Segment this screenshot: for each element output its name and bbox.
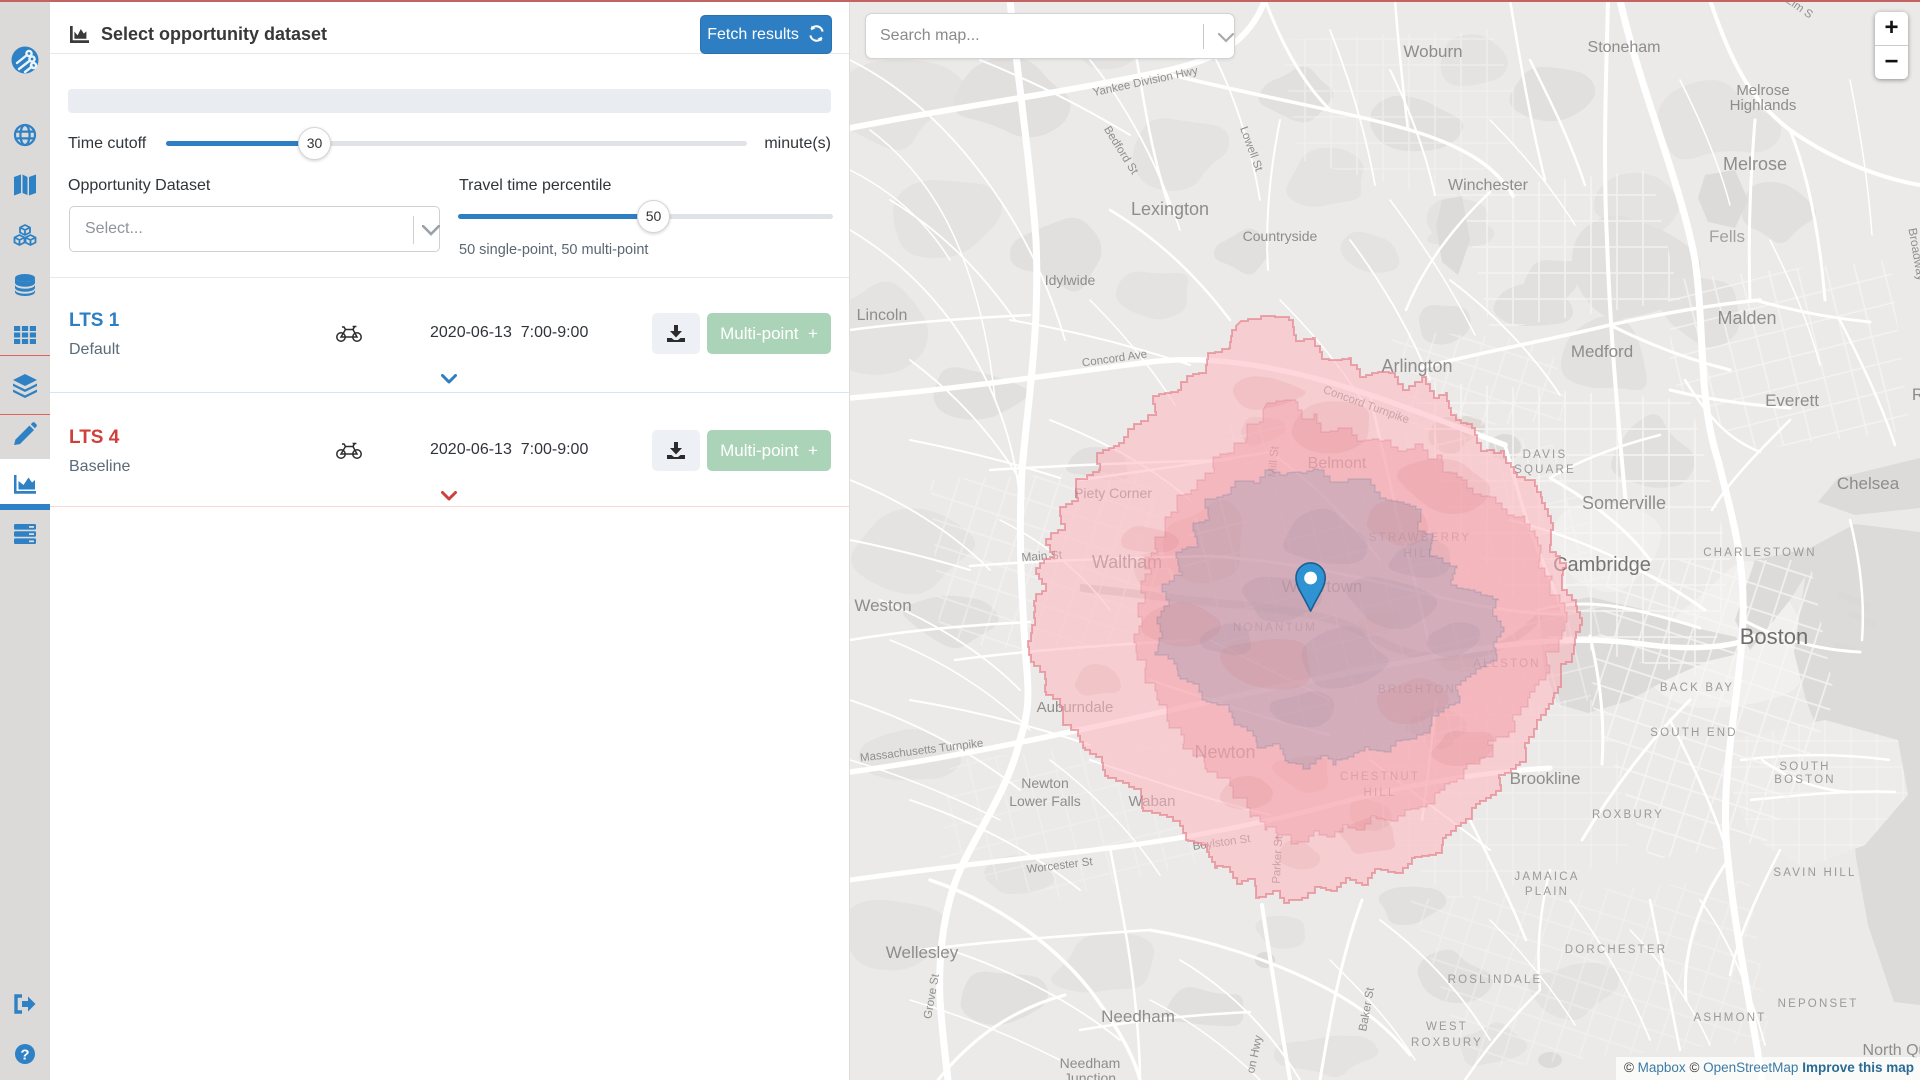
svg-text:Junction: Junction (1064, 1070, 1116, 1080)
svg-text:Idylwide: Idylwide (1045, 272, 1096, 288)
svg-text:BOSTON: BOSTON (1774, 774, 1836, 786)
svg-text:SOUTH: SOUTH (1779, 761, 1830, 773)
svg-text:Weston: Weston (854, 596, 911, 615)
svg-text:SQUARE: SQUARE (1514, 464, 1576, 476)
svg-text:ROXBURY: ROXBURY (1592, 809, 1664, 821)
svg-text:Lower Falls: Lower Falls (1009, 793, 1081, 809)
svg-text:Cambridge: Cambridge (1553, 554, 1651, 576)
svg-text:Fells: Fells (1709, 227, 1745, 246)
svg-text:Needham: Needham (1060, 1055, 1121, 1071)
svg-text:Medford: Medford (1571, 342, 1633, 361)
svg-text:DORCHESTER: DORCHESTER (1565, 944, 1668, 956)
svg-text:Melrose: Melrose (1723, 154, 1787, 174)
svg-text:Lincoln: Lincoln (857, 307, 908, 324)
svg-text:Newton: Newton (1021, 775, 1068, 791)
svg-text:PLAIN: PLAIN (1525, 886, 1569, 898)
svg-text:Boston: Boston (1740, 624, 1809, 649)
svg-text:Wellesley: Wellesley (886, 943, 959, 962)
svg-text:ASHMONT: ASHMONT (1694, 1012, 1767, 1024)
svg-text:Brookline: Brookline (1510, 769, 1581, 788)
svg-text:Chelsea: Chelsea (1837, 474, 1900, 493)
svg-text:ROXBURY: ROXBURY (1411, 1037, 1483, 1049)
svg-text:ROSLINDALE: ROSLINDALE (1448, 974, 1543, 986)
svg-text:Highlands: Highlands (1730, 97, 1797, 114)
svg-text:Winchester: Winchester (1448, 177, 1529, 194)
svg-text:CHARLESTOWN: CHARLESTOWN (1703, 547, 1816, 559)
svg-text:Stoneham: Stoneham (1588, 39, 1661, 56)
svg-text:Everett: Everett (1765, 391, 1819, 410)
svg-text:WEST: WEST (1426, 1021, 1468, 1033)
svg-text:SAVIN HILL: SAVIN HILL (1773, 867, 1856, 879)
svg-text:BACK BAY: BACK BAY (1660, 682, 1734, 694)
svg-text:DAVIS: DAVIS (1523, 449, 1568, 461)
svg-text:Somerville: Somerville (1582, 493, 1666, 513)
svg-text:Lexington: Lexington (1131, 199, 1209, 219)
svg-text:Countryside: Countryside (1243, 228, 1318, 244)
svg-text:Needham: Needham (1101, 1007, 1175, 1026)
svg-text:?: ? (20, 1047, 29, 1064)
svg-text:Malden: Malden (1717, 308, 1776, 328)
svg-text:NEPONSET: NEPONSET (1778, 998, 1859, 1010)
svg-text:SOUTH END: SOUTH END (1650, 727, 1738, 739)
svg-text:R: R (1912, 385, 1920, 404)
svg-text:Woburn: Woburn (1403, 42, 1462, 61)
svg-text:JAMAICA: JAMAICA (1514, 871, 1579, 883)
